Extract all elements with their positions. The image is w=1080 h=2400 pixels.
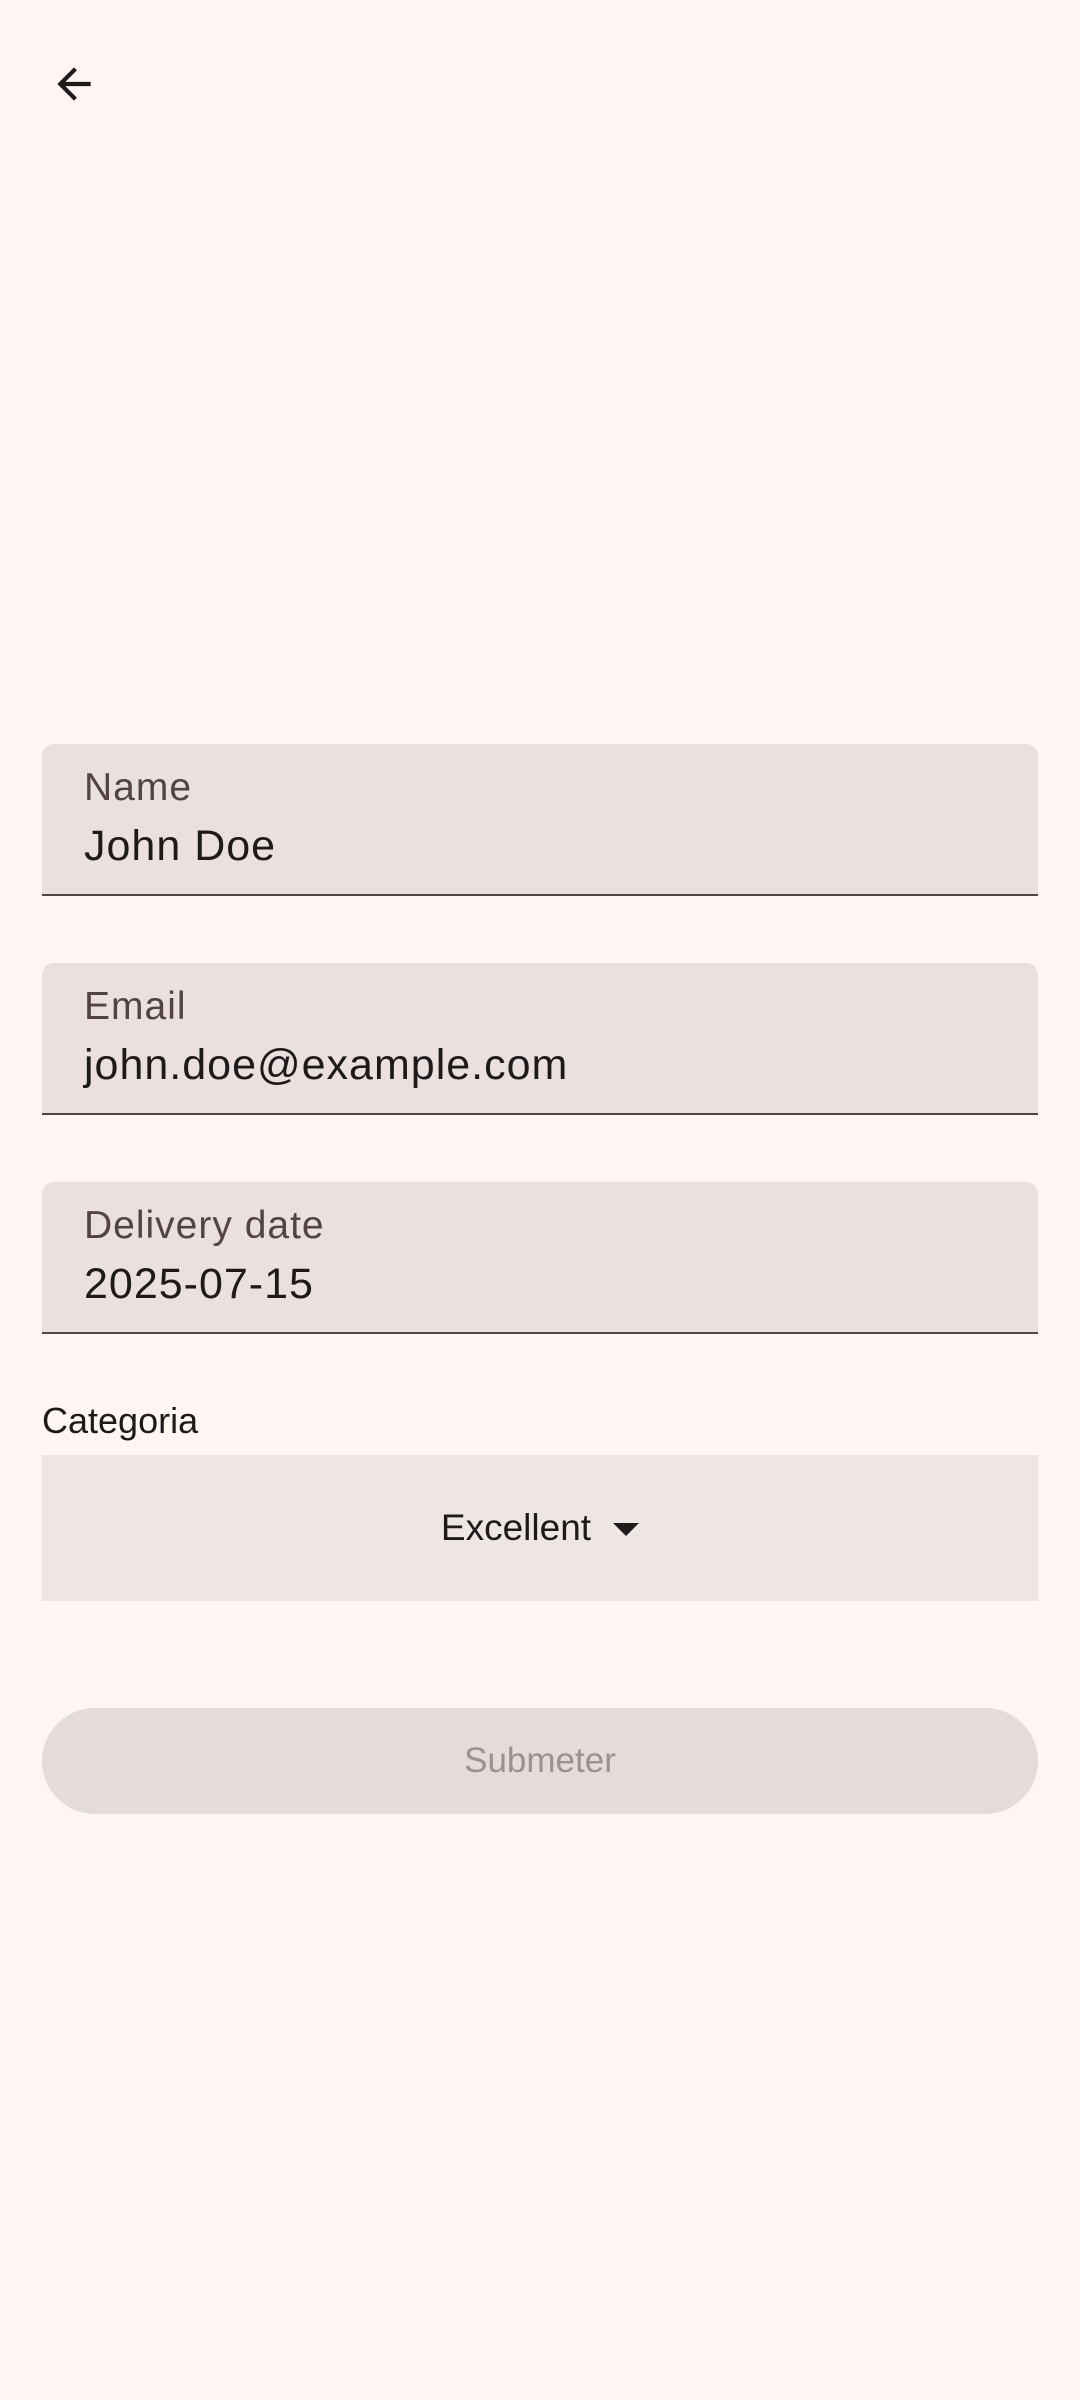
delivery-date-field-label: Delivery date <box>84 1204 325 1247</box>
delivery-date-field[interactable]: Delivery date 2025-07-15 <box>42 1182 1038 1334</box>
submit-button[interactable]: Submeter <box>42 1708 1038 1814</box>
email-field-label: Email <box>84 985 187 1028</box>
back-button[interactable] <box>32 42 116 126</box>
name-field-value: John Doe <box>84 822 277 870</box>
category-dropdown[interactable]: Excellent <box>42 1455 1038 1601</box>
name-field-label: Name <box>84 766 193 809</box>
dropdown-caret-icon <box>613 1522 640 1536</box>
category-dropdown-value: Excellent <box>440 1507 592 1548</box>
arrow-back-icon <box>57 67 91 101</box>
category-label: Categoria <box>42 1400 199 1441</box>
name-field[interactable]: Name John Doe <box>42 744 1038 896</box>
email-field[interactable]: Email john.doe@example.com <box>42 963 1038 1115</box>
email-field-value: john.doe@example.com <box>84 1041 569 1089</box>
delivery-date-field-value: 2025-07-15 <box>84 1260 314 1308</box>
